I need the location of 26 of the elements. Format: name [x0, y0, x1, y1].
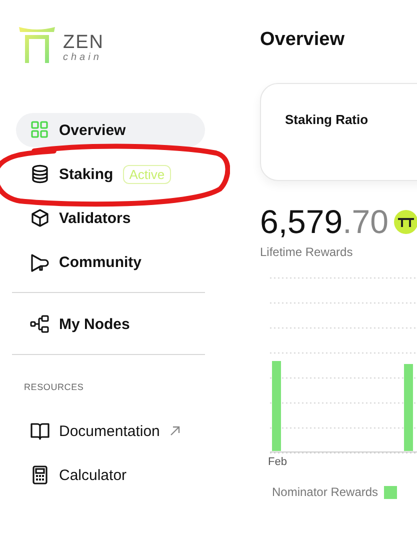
- reward-amount: 6,579.70: [260, 203, 388, 241]
- database-icon: [30, 164, 50, 184]
- megaphone-icon: [30, 252, 50, 272]
- token-icon: [394, 210, 417, 234]
- nav-item[interactable]: Community: [12, 245, 150, 279]
- logo-tagline: chain: [63, 52, 103, 63]
- status-badge: Active: [123, 164, 171, 184]
- calculator-icon: [30, 465, 50, 485]
- nav-link[interactable]: Documentation: [12, 414, 188, 448]
- logo-wordmark: ZEN: [63, 34, 104, 52]
- legend-label: Nominator Rewards: [272, 485, 378, 499]
- nodes-icon: [30, 314, 50, 334]
- nav-link[interactable]: Calculator: [12, 458, 135, 492]
- nav-item[interactable]: Overview: [16, 113, 205, 147]
- cube-icon: [30, 208, 50, 228]
- nav-item[interactable]: Validators: [12, 201, 139, 235]
- nav-item[interactable]: Staking: [12, 157, 122, 191]
- stat-label: Lifetime Rewards: [260, 245, 354, 259]
- axis-label: Feb: [268, 456, 288, 468]
- grid-icon: [30, 120, 50, 140]
- external-link-icon: [170, 426, 180, 436]
- book-icon: [30, 421, 50, 441]
- section-heading: RESOURCES: [24, 382, 85, 392]
- card-title: Staking Ratio: [285, 112, 370, 127]
- page-title: Overview: [260, 29, 346, 51]
- nav-item[interactable]: My Nodes: [12, 307, 138, 341]
